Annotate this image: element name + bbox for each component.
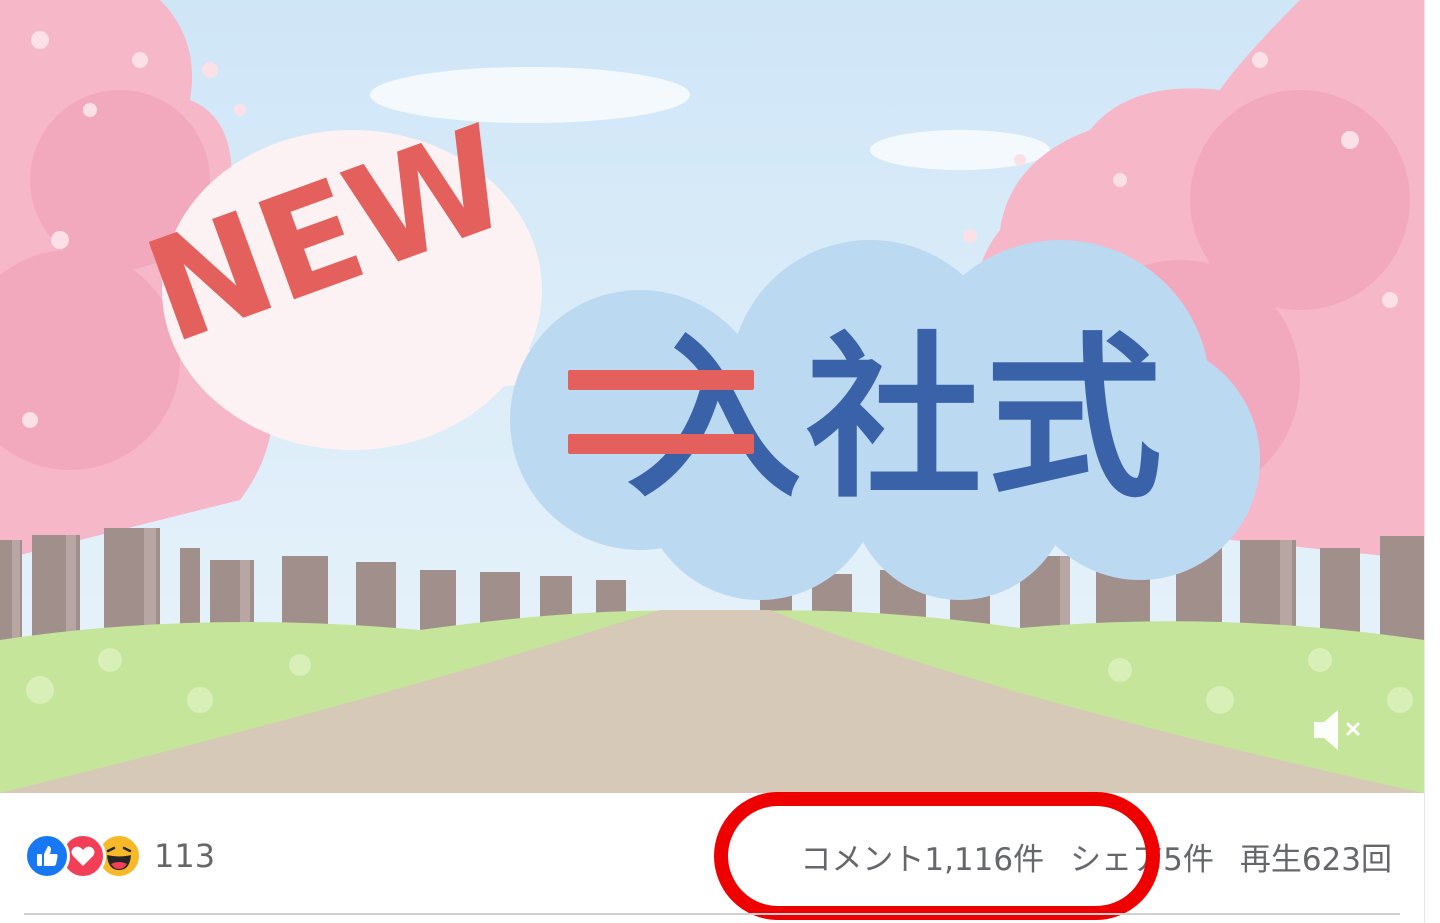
video-player[interactable]: NEW 入社式 xyxy=(0,0,1424,793)
divider xyxy=(24,913,1400,915)
video-title-text: 入社式 xyxy=(625,317,1166,522)
share-count-link[interactable]: シェア5件 xyxy=(1070,834,1214,879)
view-count: 再生623回 xyxy=(1239,841,1392,878)
engagement-stats: コメント1,116件 シェア5件 再生623回 xyxy=(800,832,1392,880)
strike-line xyxy=(568,370,754,390)
comment-count-link[interactable]: コメント1,116件 xyxy=(800,834,1044,879)
post-card: NEW 入社式 113 コメント1,116件 シェア5件 再生623回 xyxy=(0,0,1440,923)
reaction-count: 113 xyxy=(154,837,216,875)
card-edge xyxy=(1424,0,1440,923)
strike-line xyxy=(568,434,754,454)
volume-muted-icon xyxy=(1314,710,1360,750)
mute-button[interactable] xyxy=(1300,700,1372,760)
reactions-summary[interactable]: 113 xyxy=(24,832,215,880)
like-icon xyxy=(24,833,70,879)
